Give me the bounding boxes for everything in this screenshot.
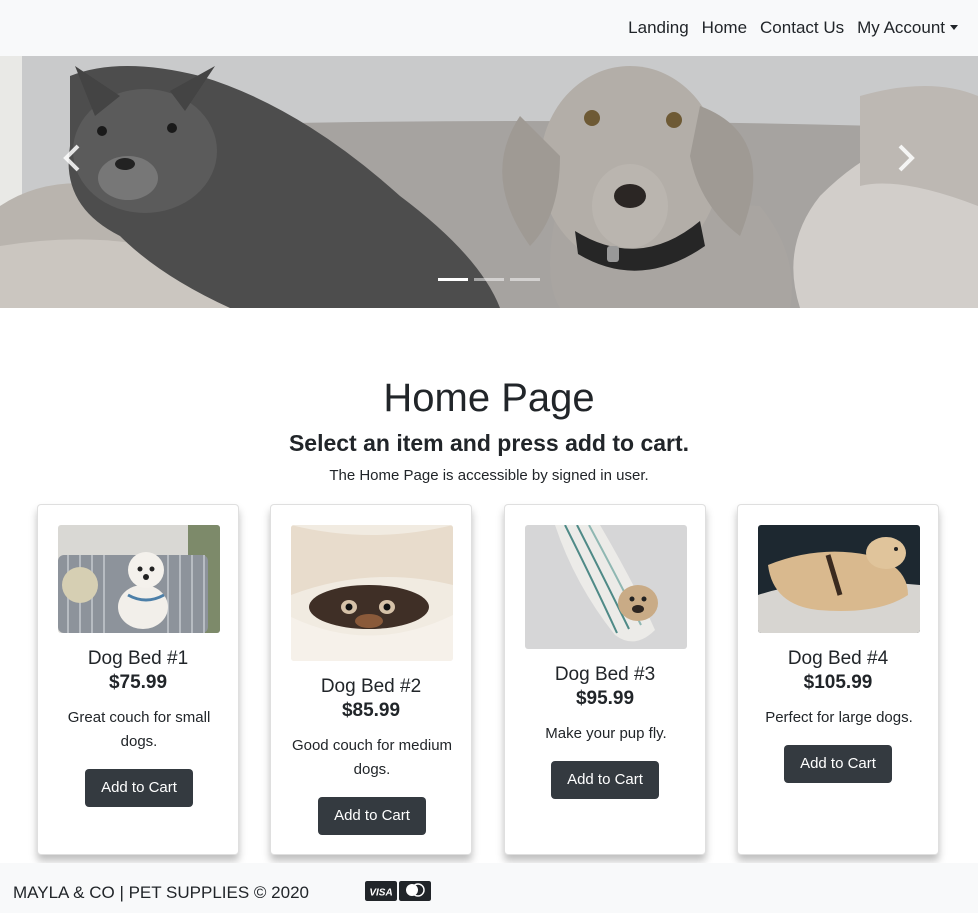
carousel-indicator-1[interactable] xyxy=(438,278,468,281)
nav-link-contact-us[interactable]: Contact Us xyxy=(760,18,844,38)
page-subtitle: Select an item and press add to cart. xyxy=(288,430,690,456)
product-card: Dog Bed #4 $105.99 Perfect for large dog… xyxy=(737,504,939,855)
product-card: Dog Bed #3 $95.99 Make your pup fly. Add… xyxy=(504,504,706,855)
mastercard-icon xyxy=(399,881,431,901)
product-card: Dog Bed #1 $75.99 Great couch for small … xyxy=(37,504,239,855)
product-image xyxy=(525,525,687,649)
product-image xyxy=(291,525,453,661)
product-name: Dog Bed #4 xyxy=(787,648,889,669)
carousel-indicators xyxy=(438,278,546,281)
navbar: Landing Home Contact Us My Account xyxy=(0,0,978,56)
chevron-right-icon xyxy=(898,144,915,172)
add-to-cart-button[interactable]: Add to Cart xyxy=(551,761,659,799)
nav-links: Landing Home Contact Us My Account xyxy=(615,18,958,38)
product-card: Dog Bed #2 $85.99 Good couch for medium … xyxy=(270,504,472,855)
product-description: Great couch for small dogs. xyxy=(67,709,211,750)
svg-text:VISA: VISA xyxy=(369,888,392,899)
product-price: $105.99 xyxy=(803,672,873,693)
footer-copyright: MAYLA & CO | PET SUPPLIES © 2020 xyxy=(13,883,309,902)
nav-link-home[interactable]: Home xyxy=(702,18,747,38)
add-to-cart-button[interactable]: Add to Cart xyxy=(318,797,426,835)
chevron-left-icon xyxy=(63,144,80,172)
add-to-cart-button[interactable]: Add to Cart xyxy=(784,745,892,783)
carousel-indicator-3[interactable] xyxy=(510,278,540,281)
page-note: The Home Page is accessible by signed in… xyxy=(329,467,649,484)
product-description: Make your pup fly. xyxy=(545,725,667,742)
product-description: Perfect for large dogs. xyxy=(765,709,913,726)
product-name: Dog Bed #3 xyxy=(554,664,656,685)
carousel-prev-button[interactable] xyxy=(58,144,88,172)
page-title: Home Page xyxy=(383,376,595,420)
product-name: Dog Bed #1 xyxy=(87,648,189,669)
product-price: $85.99 xyxy=(341,700,401,721)
product-image xyxy=(758,525,920,633)
visa-icon: VISA xyxy=(365,881,397,901)
product-name: Dog Bed #2 xyxy=(320,676,422,697)
carousel-next-button[interactable] xyxy=(890,144,920,172)
product-image xyxy=(58,525,220,633)
nav-link-landing[interactable]: Landing xyxy=(628,18,689,38)
caret-down-icon xyxy=(950,25,958,30)
carousel-indicator-2[interactable] xyxy=(474,278,504,281)
product-price: $75.99 xyxy=(108,672,168,693)
add-to-cart-button[interactable]: Add to Cart xyxy=(85,769,193,807)
hero-carousel xyxy=(0,56,978,308)
hero-image xyxy=(0,56,978,308)
product-price: $95.99 xyxy=(575,688,635,709)
nav-dropdown-my-account[interactable]: My Account xyxy=(857,18,958,38)
footer: MAYLA & CO | PET SUPPLIES © 2020 VISA xyxy=(0,863,978,913)
nav-link-my-account-label: My Account xyxy=(857,18,945,37)
product-description: Good couch for medium dogs. xyxy=(291,737,453,778)
